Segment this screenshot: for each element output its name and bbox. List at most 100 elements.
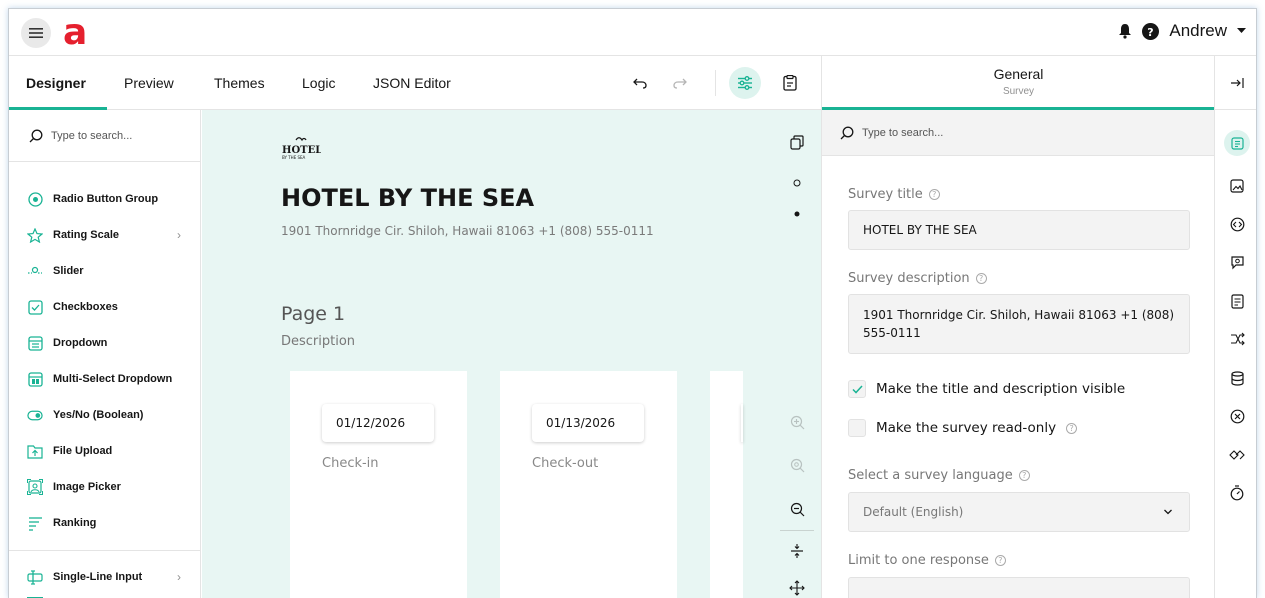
user-area: ? Andrew [1118, 21, 1246, 41]
sidebar-item-data[interactable] [1225, 366, 1249, 390]
bell-icon[interactable] [1118, 23, 1132, 39]
property-object-type: Survey [1002, 86, 1035, 97]
sidebar-item-show-on-completion[interactable] [1225, 443, 1249, 467]
hamburger-menu-button[interactable] [21, 18, 51, 48]
property-search[interactable]: Type to search... [822, 110, 1215, 156]
database-icon [1230, 370, 1244, 386]
help-circle-icon[interactable]: ? [1066, 422, 1078, 434]
sliders-icon [738, 76, 752, 90]
page-nav-dot-filled[interactable] [787, 204, 807, 224]
sidebar-item-pages[interactable] [1225, 289, 1249, 313]
page-nav-dot-empty[interactable] [787, 173, 807, 193]
hotel-logo-text-bottom: BY THE SEA [282, 155, 306, 160]
file-upload-icon [27, 444, 43, 459]
property-search-placeholder[interactable]: Type to search... [862, 127, 943, 139]
question-title-check-out[interactable]: Check-out [532, 456, 598, 471]
tool-ranking[interactable]: Ranking [27, 513, 187, 533]
sidebar-item-navigation[interactable] [1225, 212, 1249, 236]
validation-icon [1230, 409, 1244, 423]
navigation-icon [1230, 217, 1244, 231]
tool-dropdown[interactable]: Dropdown [27, 333, 187, 353]
date-input-check-in[interactable]: 01/12/2026 [322, 404, 434, 442]
tool-image-picker[interactable]: Image Picker [27, 477, 187, 497]
chevron-right-icon[interactable]: › [177, 570, 181, 584]
tab-themes[interactable]: Themes [214, 75, 265, 91]
checkbox-box-unchecked[interactable] [848, 419, 866, 437]
tool-file-upload[interactable]: File Upload [27, 441, 187, 461]
title-visible-checkbox[interactable]: Make the title and description visible [848, 380, 1125, 398]
tool-yes-no-boolean[interactable]: Yes/No (Boolean) [27, 405, 187, 425]
survey-description[interactable]: 1901 Thornridge Cir. Shiloh, Hawaii 8106… [281, 224, 654, 238]
designer-tabs: Designer Preview Themes Logic JSON Edito… [9, 56, 821, 110]
toolbar-separator [715, 70, 716, 96]
tool-slider[interactable]: Slider [27, 261, 187, 281]
tool-checkboxes[interactable]: Checkboxes [27, 297, 187, 317]
zoom-reset-button[interactable] [787, 455, 807, 475]
sidebar-item-validation[interactable] [1225, 404, 1249, 428]
survey-description-label: Survey description ? [848, 271, 987, 286]
canvas-action-strip [743, 110, 821, 598]
survey-title-field[interactable]: HOTEL BY THE SEA [848, 210, 1190, 250]
question-settings-icon [1230, 255, 1244, 269]
ranking-icon [28, 516, 42, 531]
collapse-all-button[interactable] [787, 541, 807, 561]
tab-json-editor[interactable]: JSON Editor [373, 75, 451, 91]
tab-logic[interactable]: Logic [302, 75, 335, 91]
toolbox-search-placeholder[interactable]: Type to search... [51, 130, 132, 142]
sidebar-item-logic[interactable] [1225, 327, 1249, 351]
user-name[interactable]: Andrew [1169, 21, 1227, 41]
collapse-panel-button[interactable] [1225, 71, 1249, 95]
zoom-in-button[interactable] [787, 412, 807, 432]
tool-rating-scale[interactable]: Rating Scale › [27, 225, 187, 245]
canvas-strip-separator [780, 530, 814, 531]
sidebar-header [1215, 56, 1256, 110]
read-only-checkbox[interactable]: Make the survey read-only ? [848, 419, 1078, 437]
hotel-logo[interactable]: HOTEL BY THE SEA [281, 136, 321, 162]
settings-toggle-button[interactable] [729, 67, 761, 99]
sidebar-item-timer[interactable] [1225, 481, 1249, 505]
question-card-check-in[interactable]: 01/12/2026 Check-in [290, 371, 467, 598]
question-title-check-in[interactable]: Check-in [322, 456, 379, 471]
page-title[interactable]: Page 1 [281, 303, 345, 325]
page-description[interactable]: Description [281, 334, 355, 349]
logic-icon [1230, 332, 1245, 346]
date-input-check-out[interactable]: 01/13/2026 [532, 404, 644, 442]
chevron-down-icon[interactable] [1237, 28, 1246, 34]
help-circle-icon[interactable]: ? [975, 273, 987, 284]
chevron-right-icon[interactable]: › [177, 228, 181, 242]
survey-info-button[interactable] [779, 72, 801, 94]
limit-response-field[interactable] [848, 577, 1190, 598]
question-card-partial[interactable] [710, 371, 743, 598]
checkbox-box-checked[interactable] [848, 380, 866, 398]
question-card-check-out[interactable]: 01/13/2026 Check-out [500, 371, 677, 598]
help-circle-icon[interactable]: ? [994, 555, 1006, 566]
survey-title[interactable]: HOTEL BY THE SEA [281, 184, 534, 212]
tool-radio-button-group[interactable]: Radio Button Group [27, 189, 187, 209]
tool-multi-select-dropdown[interactable]: Multi-Select Dropdown [27, 369, 187, 389]
undo-button[interactable] [629, 72, 651, 94]
tab-preview[interactable]: Preview [124, 75, 174, 91]
tab-designer[interactable]: Designer [26, 75, 86, 91]
help-circle-icon[interactable]: ? [1018, 470, 1030, 481]
zoom-reset-icon [790, 458, 804, 472]
zoom-out-button[interactable] [787, 499, 807, 519]
survey-language-select[interactable]: Default (English) [848, 492, 1190, 532]
toolbox-search[interactable]: Type to search... [9, 110, 201, 162]
image-picker-icon [27, 479, 43, 495]
copy-button[interactable] [787, 132, 807, 152]
app-logo[interactable]: a [61, 14, 95, 50]
text-input-icon [27, 569, 43, 585]
timer-icon [1230, 485, 1244, 501]
sidebar-item-logo[interactable] [1225, 174, 1249, 198]
sidebar-item-question-settings[interactable] [1225, 250, 1249, 274]
help-circle-icon[interactable]: ? [928, 189, 940, 200]
help-icon[interactable]: ? [1142, 22, 1160, 40]
multiselect-icon [27, 371, 43, 387]
redo-button[interactable] [669, 72, 691, 94]
move-button[interactable] [787, 578, 807, 598]
property-grid: General Survey Type to search... Survey … [821, 56, 1215, 598]
tool-single-line-input[interactable]: Single-Line Input › [27, 567, 187, 587]
sidebar-item-general[interactable] [1224, 130, 1250, 156]
pages-icon [1230, 293, 1244, 309]
survey-description-field[interactable]: 1901 Thornridge Cir. Shiloh, Hawaii 8106… [848, 294, 1190, 354]
